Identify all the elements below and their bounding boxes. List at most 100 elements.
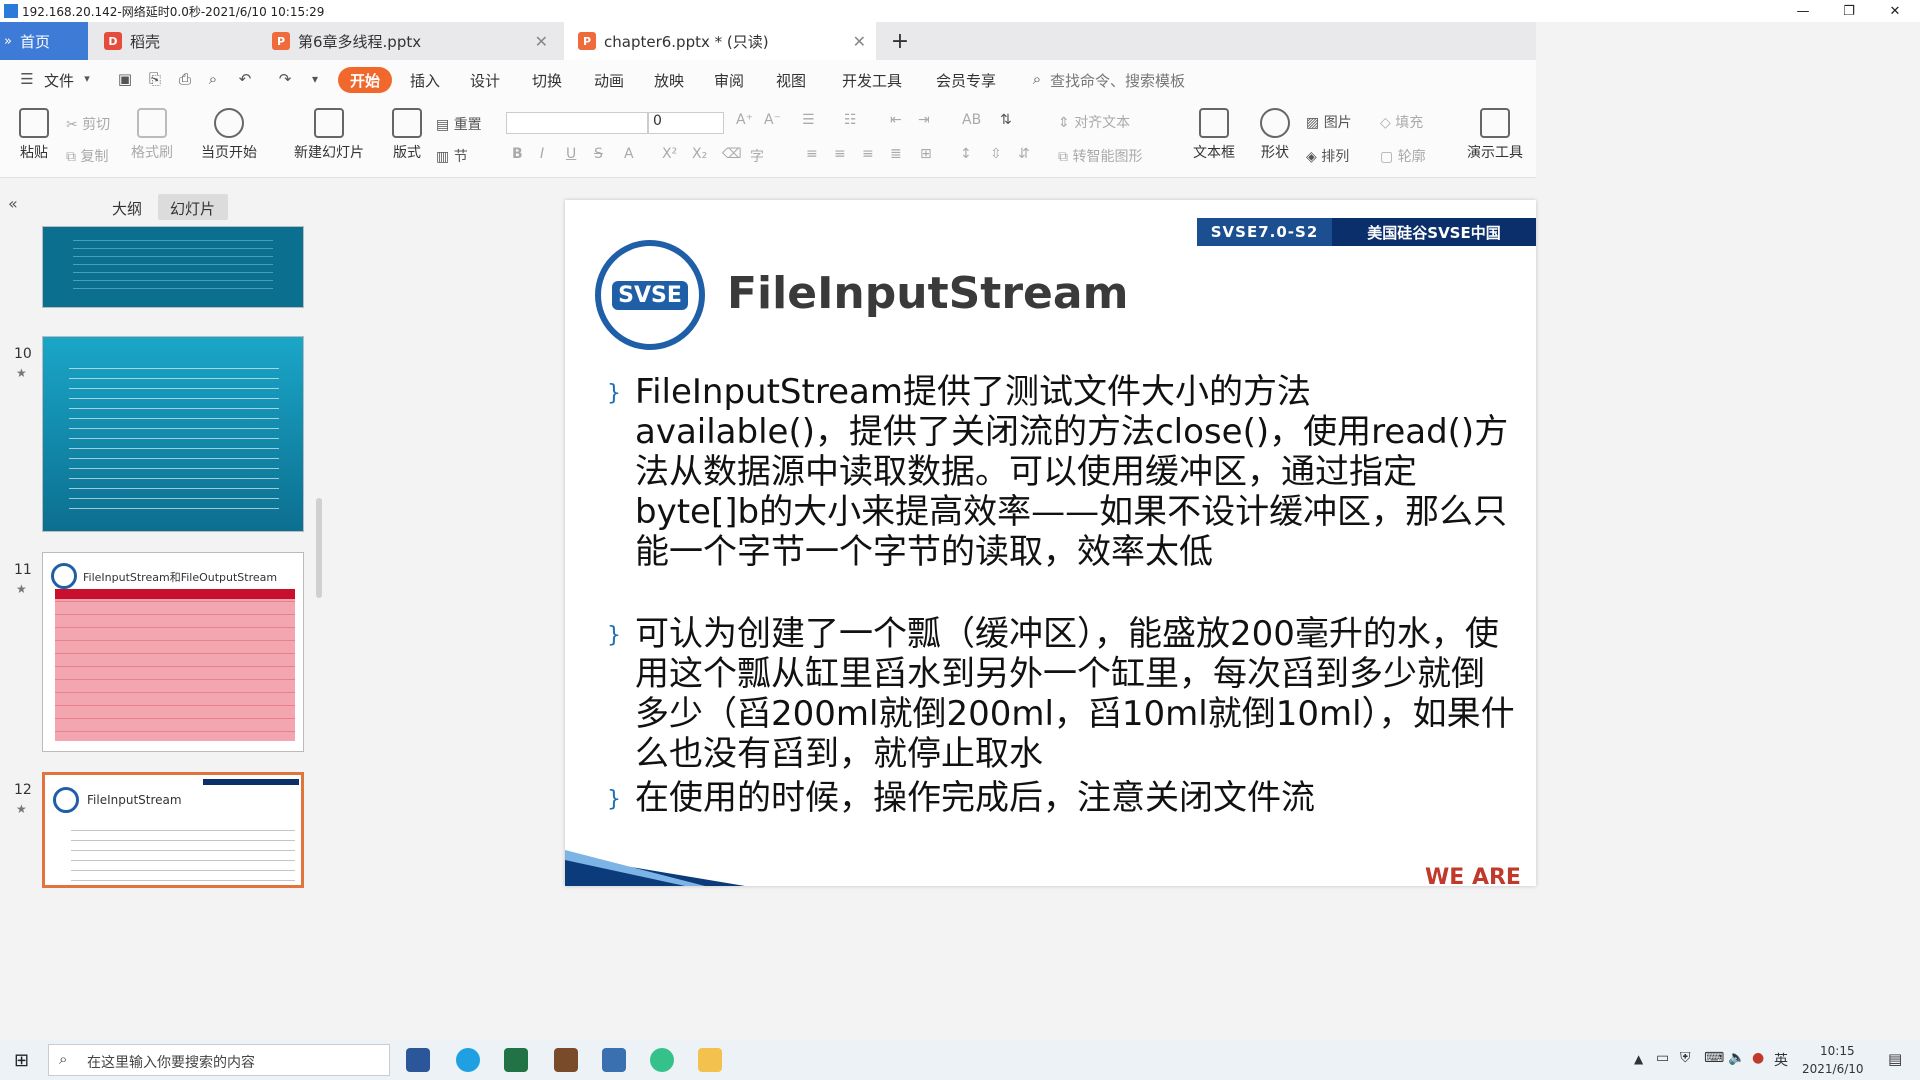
slide-thumbnail-12-selected[interactable]: FileInputStream bbox=[42, 772, 304, 888]
pane-scrollbar[interactable] bbox=[316, 498, 322, 598]
align-text-button[interactable]: ⇕ 对齐文本 bbox=[1058, 112, 1130, 132]
layout-button[interactable]: 版式 bbox=[384, 108, 430, 162]
windows-start-icon[interactable]: ⊞ bbox=[14, 1050, 29, 1071]
excel-app-icon[interactable] bbox=[504, 1048, 528, 1072]
tab-chapter6-threads[interactable]: P 第6章多线程.pptx ✕ bbox=[258, 22, 558, 60]
show-hidden-icons-icon[interactable]: ▲ bbox=[1634, 1052, 1643, 1066]
align-left-icon[interactable]: ≡ bbox=[806, 146, 818, 162]
menu-view[interactable]: 视图 bbox=[776, 70, 806, 91]
paragraph-spacing-icon[interactable]: ⇳ bbox=[990, 146, 1002, 162]
present-tools-button[interactable]: 演示工具 bbox=[1460, 108, 1530, 162]
format-painter-button[interactable]: 格式刷 bbox=[126, 108, 178, 162]
font-color-icon[interactable]: A bbox=[624, 146, 634, 162]
edge-app-icon[interactable] bbox=[456, 1048, 480, 1072]
slide-title[interactable]: FileInputStream bbox=[727, 268, 1128, 319]
clock-time[interactable]: 10:15 bbox=[1820, 1044, 1855, 1058]
maximize-button[interactable]: ❐ bbox=[1826, 0, 1872, 22]
chevron-down-icon[interactable]: ▾ bbox=[78, 70, 96, 88]
superscript-icon[interactable]: X² bbox=[662, 146, 677, 162]
new-slide-button[interactable]: 新建幻灯片 bbox=[286, 108, 372, 162]
underline-icon[interactable]: U bbox=[566, 146, 576, 162]
slide-bullet-3[interactable]: } 在使用的时候，操作完成后，注意关闭文件流 bbox=[607, 778, 1515, 818]
distribute-icon[interactable]: ⊞ bbox=[920, 146, 932, 162]
arrange-button[interactable]: ◈ 排列 bbox=[1306, 146, 1349, 166]
command-search[interactable]: 查找命令、搜索模板 bbox=[1050, 70, 1185, 91]
print-preview-icon[interactable]: ⌕ bbox=[204, 70, 222, 88]
network-icon[interactable]: ▭ bbox=[1656, 1050, 1669, 1066]
picture-button[interactable]: ▨ 图片 bbox=[1306, 112, 1352, 132]
cut-button[interactable]: ✂ 剪切 bbox=[66, 114, 110, 134]
slide-bullet-2[interactable]: } 可认为创建了一个瓢（缓冲区），能盛放200毫升的水，使用这个瓢从缸里舀水到另… bbox=[607, 614, 1515, 774]
menu-home-active[interactable]: 开始 bbox=[338, 67, 392, 93]
slide-thumbnail-11[interactable]: FileInputStream和FileOutputStream bbox=[42, 552, 304, 752]
word-app-icon[interactable] bbox=[406, 1048, 430, 1072]
bold-icon[interactable]: B bbox=[512, 146, 523, 162]
sort-icon[interactable]: ⇅ bbox=[1000, 112, 1012, 128]
hamburger-icon[interactable]: ☰ bbox=[18, 70, 36, 88]
menu-transitions[interactable]: 切换 bbox=[532, 70, 562, 91]
tab-home[interactable]: » 首页 bbox=[0, 22, 88, 60]
smartart-button[interactable]: ⧉ 转智能图形 bbox=[1058, 146, 1142, 166]
new-tab-button[interactable]: + bbox=[884, 22, 916, 60]
numbered-list-icon[interactable]: ☷ bbox=[844, 112, 857, 128]
menu-review[interactable]: 审阅 bbox=[714, 70, 744, 91]
tab-chapter6-pptx[interactable]: P chapter6.pptx * (只读) ✕ bbox=[564, 22, 876, 60]
slide-canvas[interactable]: SVSE7.0-S2 美国硅谷SVSE中国 SVSE FileInputStre… bbox=[565, 200, 1536, 886]
minimize-button[interactable]: — bbox=[1780, 0, 1826, 22]
reset-button[interactable]: ▤ 重置 bbox=[436, 114, 482, 134]
menu-insert[interactable]: 插入 bbox=[410, 70, 440, 91]
tab-slides[interactable]: 幻灯片 bbox=[158, 194, 228, 220]
subscript-icon[interactable]: X₂ bbox=[692, 146, 707, 162]
clear-format-icon[interactable]: ⌫ bbox=[722, 146, 742, 162]
save-icon[interactable]: ▣ bbox=[116, 70, 134, 88]
collapse-pane-icon[interactable]: « bbox=[8, 194, 18, 213]
file-explorer-app-icon[interactable] bbox=[698, 1048, 722, 1072]
outline-button[interactable]: ▢ 轮廓 bbox=[1380, 146, 1426, 166]
fill-button[interactable]: ◇ 填充 bbox=[1380, 112, 1423, 132]
indent-decrease-icon[interactable]: ⇤ bbox=[890, 112, 902, 128]
phonetic-icon[interactable]: 字 bbox=[750, 146, 764, 166]
close-tab-icon[interactable]: ✕ bbox=[853, 32, 866, 51]
redo-icon[interactable]: ↷ bbox=[276, 70, 294, 88]
clock-date[interactable]: 2021/6/10 bbox=[1802, 1062, 1864, 1076]
tab-docer[interactable]: D 稻壳 bbox=[90, 22, 256, 60]
close-window-button[interactable]: ✕ bbox=[1872, 0, 1918, 22]
user-icon[interactable]: ● bbox=[1752, 1050, 1764, 1066]
volume-icon[interactable]: 🔈 bbox=[1728, 1050, 1745, 1066]
section-button[interactable]: ▥ 节 bbox=[436, 146, 468, 166]
textbox-button[interactable]: 文本框 bbox=[1188, 108, 1240, 162]
menu-slideshow[interactable]: 放映 bbox=[654, 70, 684, 91]
start-from-current-button[interactable]: 当页开始 bbox=[194, 108, 264, 162]
shield-icon[interactable]: ⛨ bbox=[1680, 1050, 1691, 1066]
expand-icon[interactable]: » bbox=[4, 34, 12, 49]
notification-icon[interactable]: ▤ bbox=[1888, 1050, 1902, 1068]
close-tab-icon[interactable]: ✕ bbox=[535, 32, 548, 51]
spacing-icon[interactable]: ⇵ bbox=[1018, 146, 1030, 162]
more-quick-actions-icon[interactable]: ▾ bbox=[306, 70, 324, 88]
bullet-list-icon[interactable]: ☰ bbox=[802, 112, 815, 128]
strikethrough-icon[interactable]: S bbox=[594, 146, 603, 162]
game-app-icon[interactable] bbox=[554, 1048, 578, 1072]
font-size-select[interactable]: 0 bbox=[648, 112, 724, 134]
remote-desktop-app-icon[interactable] bbox=[602, 1048, 626, 1072]
align-center-icon[interactable]: ≡ bbox=[834, 146, 846, 162]
tab-outline[interactable]: 大纲 bbox=[112, 198, 142, 219]
print-icon[interactable]: ⎙ bbox=[176, 70, 194, 88]
menu-developer[interactable]: 开发工具 bbox=[842, 70, 902, 91]
justify-icon[interactable]: ≣ bbox=[890, 146, 902, 162]
taskbar-search-box[interactable]: ⌕ 在这里输入你要搜索的内容 bbox=[48, 1044, 390, 1076]
text-direction-icon[interactable]: AB bbox=[962, 112, 981, 128]
shape-button[interactable]: 形状 bbox=[1252, 108, 1298, 162]
slide-bullet-1[interactable]: } FileInputStream提供了测试文件大小的方法available()… bbox=[607, 372, 1515, 572]
align-right-icon[interactable]: ≡ bbox=[862, 146, 874, 162]
decrease-font-icon[interactable]: A⁻ bbox=[764, 112, 781, 128]
slide-thumbnail-10[interactable] bbox=[42, 336, 304, 532]
menu-design[interactable]: 设计 bbox=[470, 70, 500, 91]
ime-indicator[interactable]: 英 bbox=[1774, 1050, 1788, 1070]
paste-button[interactable]: 粘贴 bbox=[12, 108, 56, 162]
menu-member[interactable]: 会员专享 bbox=[936, 70, 996, 91]
menu-file[interactable]: 文件 bbox=[44, 70, 74, 91]
italic-icon[interactable]: I bbox=[540, 146, 544, 162]
browser-app-icon[interactable] bbox=[650, 1048, 674, 1072]
increase-font-icon[interactable]: A⁺ bbox=[736, 112, 753, 128]
